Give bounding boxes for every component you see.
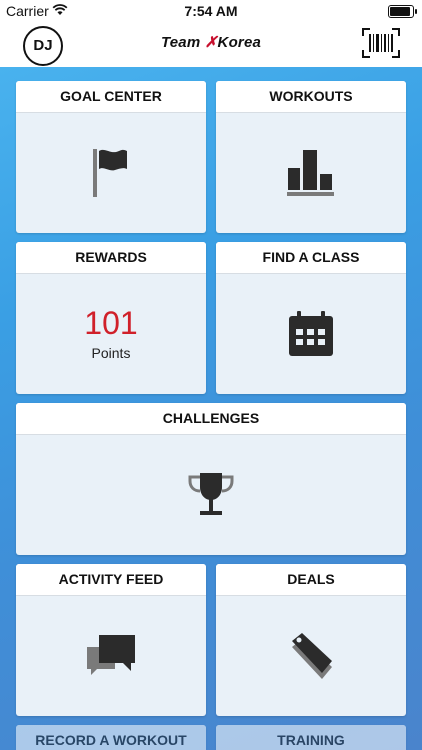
goal-center-tile[interactable]: GOAL CENTER (16, 81, 206, 233)
goal-center-title: GOAL CENTER (16, 81, 206, 113)
training-title: TRAINING (216, 725, 406, 750)
rewards-points-value: 101 (84, 305, 138, 341)
challenges-tile[interactable]: CHALLENGES (16, 403, 406, 555)
bar-chart-icon (287, 150, 334, 196)
deals-title: DEALS (216, 564, 406, 596)
trophy-icon (188, 473, 234, 515)
rewards-tile[interactable]: REWARDS 101 Points (16, 242, 206, 394)
chat-bubbles-icon (87, 635, 135, 675)
nav-bar: DJ Team ✗Korea (0, 22, 422, 67)
rewards-points-label: Points (91, 345, 131, 361)
team-korea-logo: Team ✗Korea (0, 33, 422, 51)
status-bar: Carrier 7:54 AM (0, 0, 422, 22)
find-a-class-title: FIND A CLASS (216, 242, 406, 274)
battery-icon (388, 5, 417, 18)
deals-tile[interactable]: DEALS (216, 564, 406, 716)
workouts-tile[interactable]: WORKOUTS (216, 81, 406, 233)
logo-text-korea: Korea (217, 34, 262, 51)
record-a-workout-tile[interactable]: RECORD A WORKOUT (16, 725, 206, 750)
flag-icon (93, 149, 127, 197)
status-time: 7:54 AM (184, 3, 238, 19)
barcode-button[interactable] (362, 28, 400, 58)
logo-text-team: Team (160, 34, 201, 51)
training-tile[interactable]: TRAINING (216, 725, 406, 750)
activity-feed-title: ACTIVITY FEED (16, 564, 206, 596)
dashboard: GOAL CENTER WORKOUTS REWARDS 101 Points (0, 67, 422, 750)
find-a-class-tile[interactable]: FIND A CLASS (216, 242, 406, 394)
workouts-title: WORKOUTS (216, 81, 406, 113)
barcode-icon (362, 28, 400, 58)
calendar-icon (289, 311, 333, 356)
activity-feed-tile[interactable]: ACTIVITY FEED (16, 564, 206, 716)
rewards-title: REWARDS (16, 242, 206, 274)
challenges-title: CHALLENGES (16, 403, 406, 435)
tag-icon (292, 633, 332, 679)
record-a-workout-title: RECORD A WORKOUT (16, 725, 206, 750)
logo-mark: ✗ (204, 34, 218, 51)
